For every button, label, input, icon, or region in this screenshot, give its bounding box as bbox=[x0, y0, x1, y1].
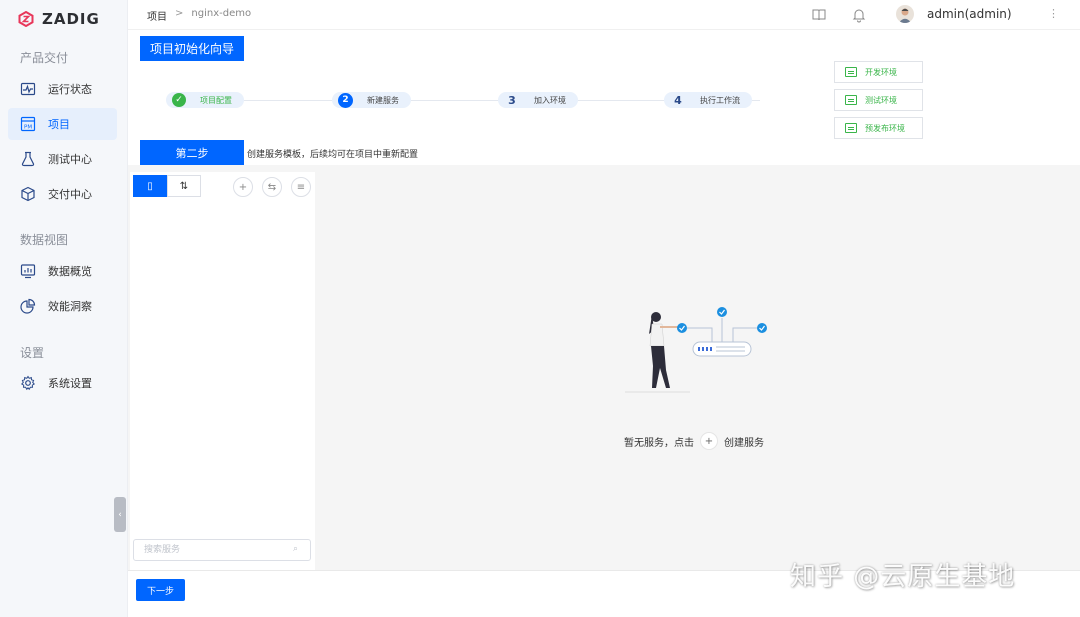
sidebar-item-label: 系统设置 bbox=[48, 377, 92, 390]
service-list-panel: ▯ ⇅ + ⇆ ≡ ⌕ bbox=[130, 172, 315, 570]
step-label: 加入环境 bbox=[534, 95, 566, 105]
empty-state-illustration bbox=[625, 307, 767, 393]
list-view-button[interactable]: ≡ bbox=[291, 177, 311, 197]
step-description: 创建服务模板，后续均可在项目中重新配置 bbox=[247, 150, 419, 160]
package-icon bbox=[21, 186, 35, 202]
logo[interactable]: ZADIG bbox=[18, 8, 100, 30]
step-number: 2 bbox=[338, 92, 353, 108]
environment-icon bbox=[845, 123, 857, 133]
avatar[interactable] bbox=[896, 5, 914, 23]
sidebar-item-delivery-center[interactable]: 交付中心 bbox=[8, 178, 117, 210]
sidebar-item-label: 运行状态 bbox=[48, 83, 92, 96]
search-icon[interactable]: ⌕ bbox=[293, 544, 298, 554]
project-init-guide-button[interactable]: 项目初始化向导 bbox=[140, 36, 244, 61]
svg-text:PM: PM bbox=[24, 125, 32, 131]
sidebar-item-data-overview[interactable]: 数据概览 bbox=[8, 255, 117, 287]
nav-group-delivery: 产品交付 bbox=[20, 51, 69, 65]
environment-icon bbox=[845, 95, 857, 105]
more-menu-icon[interactable]: ⋮ bbox=[1048, 7, 1059, 20]
step-3: 3 加入环境 bbox=[498, 92, 578, 108]
sidebar-item-label: 数据概览 bbox=[48, 265, 92, 278]
breadcrumb-separator: > bbox=[175, 8, 184, 19]
step-label: 项目配置 bbox=[200, 95, 232, 105]
breadcrumb: 项目 > nginx-demo bbox=[147, 8, 251, 23]
view-toggle-sort[interactable]: ⇅ bbox=[167, 175, 201, 197]
step-2: 2 新建服务 bbox=[332, 92, 411, 108]
flask-icon bbox=[21, 151, 35, 167]
step-number: 3 bbox=[508, 93, 516, 107]
step-label: 执行工作流 bbox=[700, 95, 740, 105]
nav-group-data-view: 数据视图 bbox=[20, 233, 69, 247]
step-1: ✓ 项目配置 bbox=[166, 92, 244, 108]
sidebar-item-status[interactable]: 运行状态 bbox=[8, 73, 117, 105]
sidebar: ZADIG 产品交付 运行状态 PM 项目 测试中心 交付中心 数据视图 数据概… bbox=[0, 0, 128, 617]
sidebar-item-label: 项目 bbox=[48, 118, 70, 131]
step-number: 4 bbox=[674, 93, 682, 107]
step-check-icon: ✓ bbox=[172, 93, 186, 107]
next-step-button[interactable]: 下一步 bbox=[136, 579, 185, 601]
stepper: ✓ 项目配置 2 新建服务 3 加入环境 4 执行工作流 bbox=[160, 90, 780, 110]
add-service-button[interactable]: + bbox=[233, 177, 253, 197]
sidebar-item-project[interactable]: PM 项目 bbox=[8, 108, 117, 140]
empty-text-after: 创建服务 bbox=[724, 437, 764, 449]
pie-chart-icon bbox=[20, 298, 36, 314]
sidebar-collapse-handle[interactable]: ‹ bbox=[114, 497, 126, 532]
project-icon: PM bbox=[20, 116, 36, 132]
environment-icon bbox=[845, 67, 857, 77]
env-card-dev[interactable]: 开发环境 bbox=[834, 61, 923, 83]
logo-text: ZADIG bbox=[42, 10, 100, 28]
env-card-test[interactable]: 测试环境 bbox=[834, 89, 923, 111]
breadcrumb-root[interactable]: 项目 bbox=[147, 8, 167, 23]
step-tag: 第二步 bbox=[140, 140, 244, 165]
empty-state-message: 暂无服务，点击 + 创建服务 bbox=[624, 432, 764, 450]
service-search-input[interactable] bbox=[133, 539, 311, 561]
step-4: 4 执行工作流 bbox=[664, 92, 752, 108]
sidebar-item-label: 效能洞察 bbox=[48, 300, 92, 313]
pulse-icon bbox=[20, 82, 36, 96]
env-card-staging[interactable]: 预发布环境 bbox=[834, 117, 923, 139]
create-service-plus-icon[interactable]: + bbox=[700, 432, 718, 450]
topbar: 项目 > nginx-demo admin(admin) ⋮ bbox=[128, 0, 1080, 30]
watermark: 知乎 @云原生基地 bbox=[790, 562, 1016, 592]
view-toggle-file[interactable]: ▯ bbox=[133, 175, 167, 197]
empty-text-before: 暂无服务，点击 bbox=[624, 437, 694, 449]
bell-icon[interactable] bbox=[851, 7, 867, 23]
sidebar-item-label: 测试中心 bbox=[48, 153, 92, 166]
user-avatar-icon bbox=[898, 8, 912, 23]
step-label: 新建服务 bbox=[367, 95, 399, 105]
bar-chart-icon bbox=[20, 264, 36, 279]
env-card-label: 预发布环境 bbox=[865, 123, 905, 133]
sidebar-item-insight[interactable]: 效能洞察 bbox=[8, 290, 117, 322]
sidebar-item-label: 交付中心 bbox=[48, 188, 92, 201]
env-card-label: 开发环境 bbox=[865, 67, 897, 77]
env-card-label: 测试环境 bbox=[865, 95, 897, 105]
sidebar-item-test-center[interactable]: 测试中心 bbox=[8, 143, 117, 175]
sidebar-item-system-settings[interactable]: 系统设置 bbox=[8, 367, 117, 399]
zadig-logo-icon bbox=[18, 11, 34, 27]
breadcrumb-current: nginx-demo bbox=[191, 8, 252, 19]
nav-group-settings: 设置 bbox=[20, 346, 45, 360]
gear-icon bbox=[21, 375, 35, 391]
tree-view-button[interactable]: ⇆ bbox=[262, 177, 282, 197]
username[interactable]: admin(admin) bbox=[927, 7, 1012, 21]
book-icon[interactable] bbox=[811, 7, 827, 23]
